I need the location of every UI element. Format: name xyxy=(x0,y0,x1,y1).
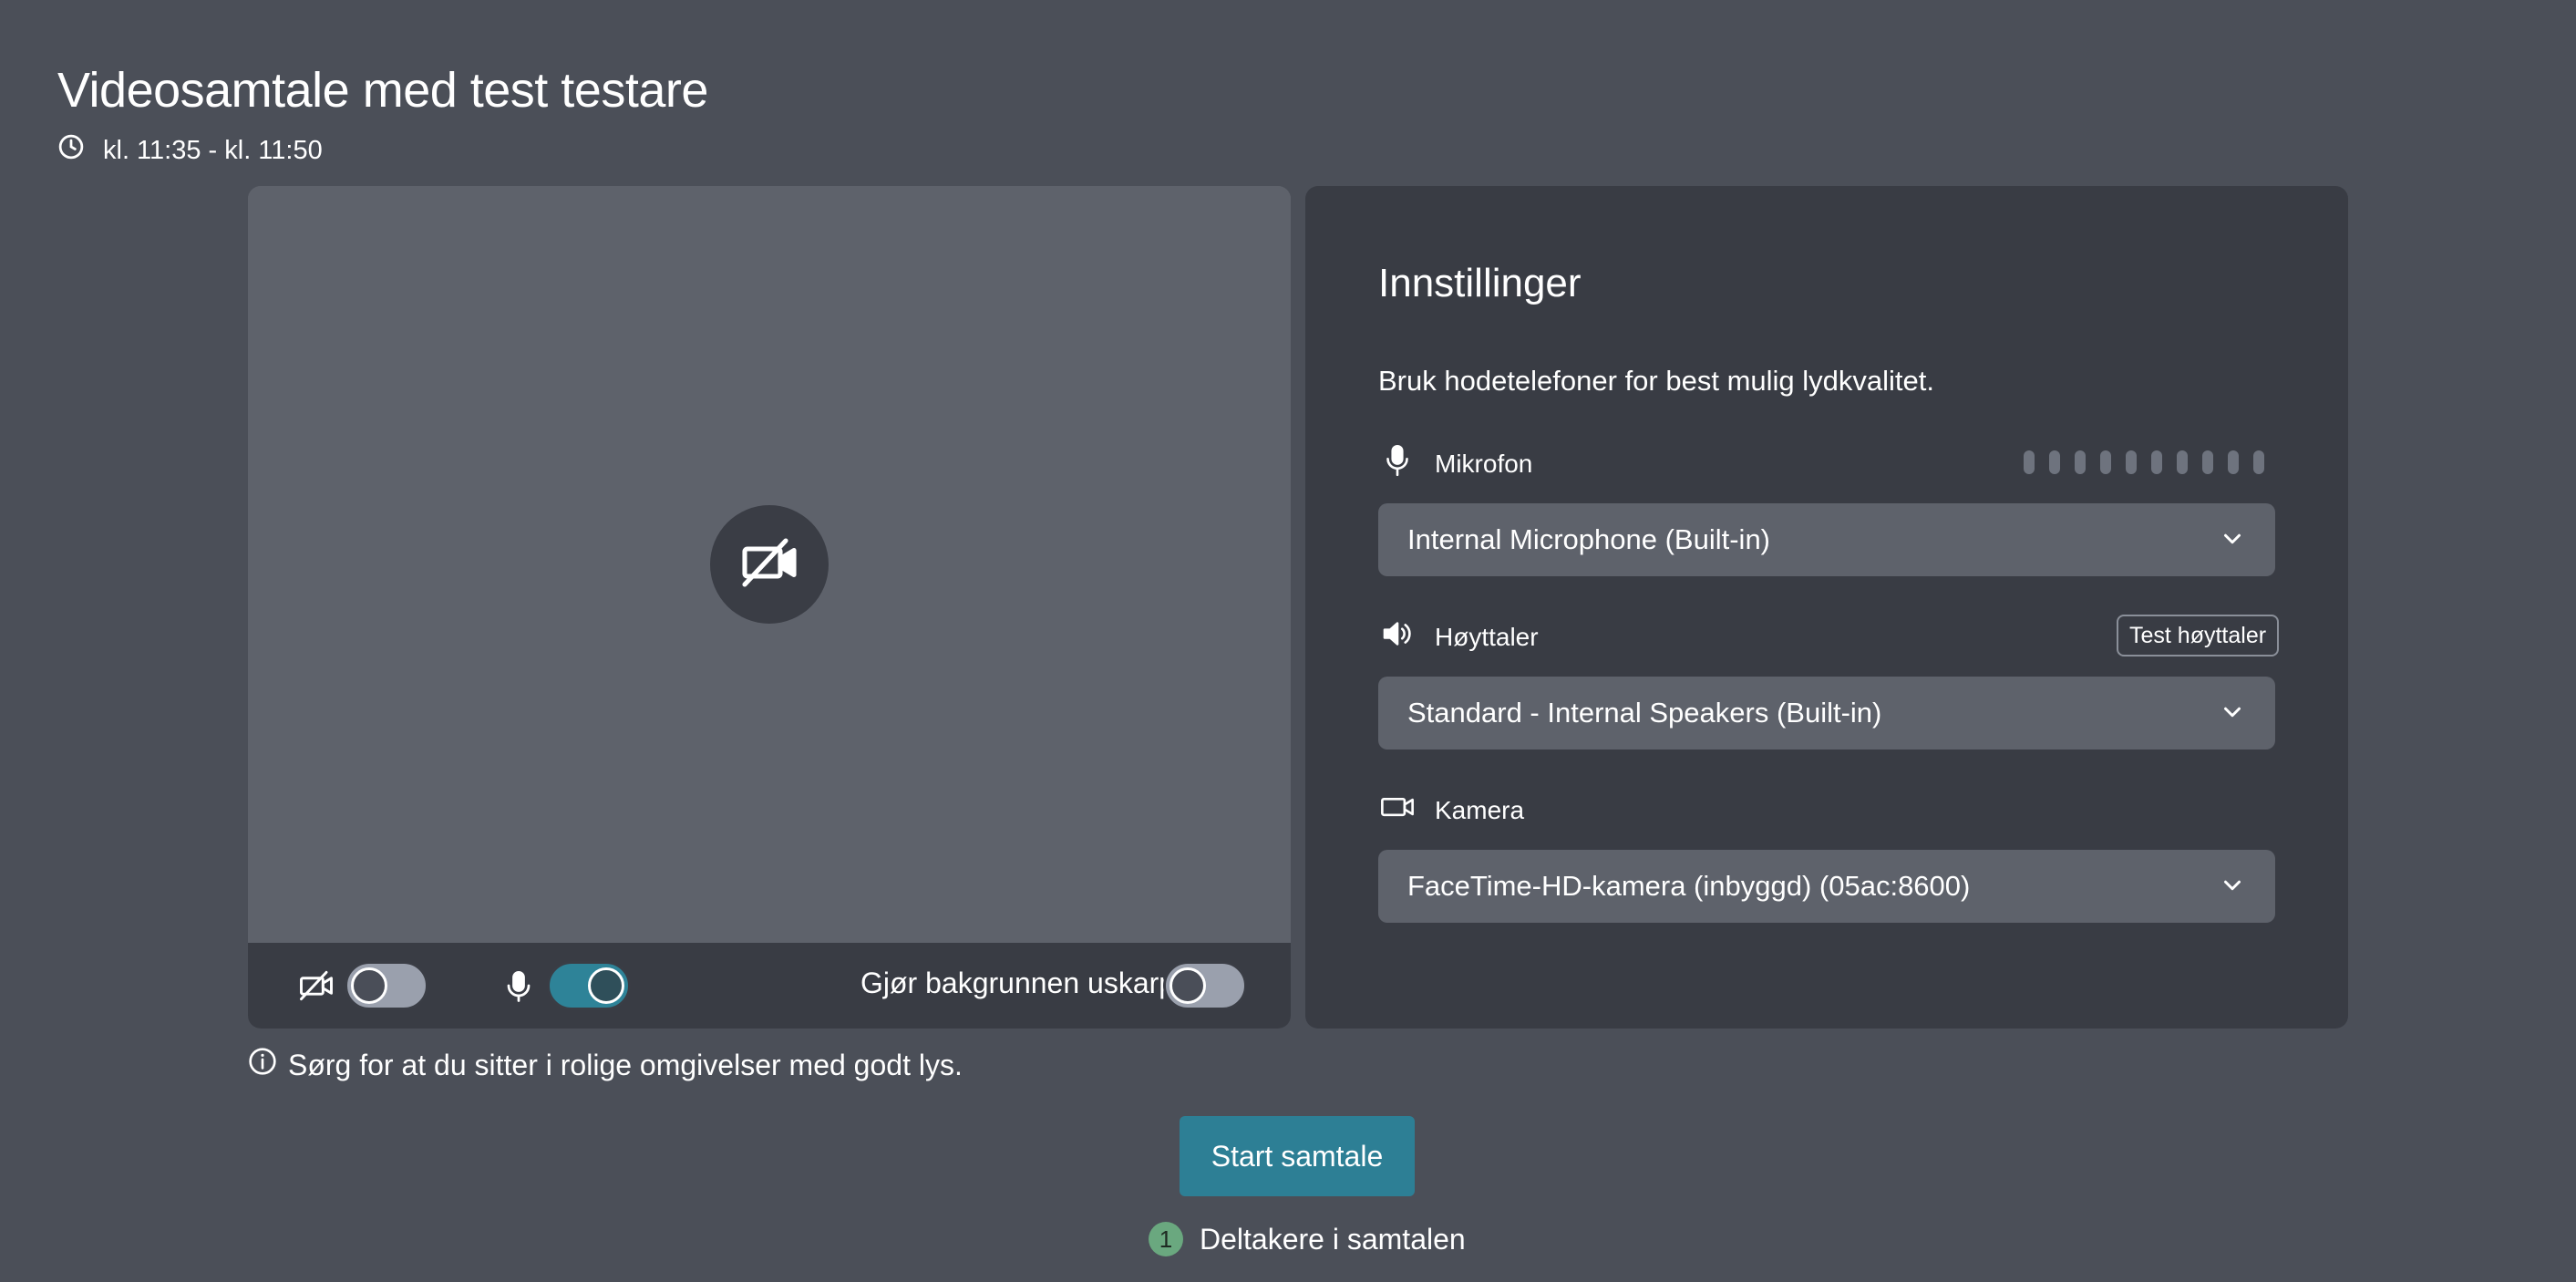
settings-panel: Innstillinger Bruk hodetelefoner for bes… xyxy=(1305,186,2348,1029)
time-range: kl. 11:35 - kl. 11:50 xyxy=(103,135,323,165)
start-call-button[interactable]: Start samtale xyxy=(1180,1116,1415,1196)
headphone-hint: Bruk hodetelefoner for best mulig lydkva… xyxy=(1378,365,1934,397)
microphone-icon[interactable] xyxy=(498,965,540,1007)
microphone-select[interactable]: Internal Microphone (Built-in) xyxy=(1378,503,2275,576)
camera-off-indicator xyxy=(710,505,829,624)
clock-icon xyxy=(57,133,85,168)
microphone-toggle[interactable] xyxy=(547,961,631,1010)
camera-label-row: Kamera xyxy=(1378,788,1524,832)
mic-level-segment xyxy=(2202,450,2213,474)
environment-tip: Sørg for at du sitter i rolige omgivelse… xyxy=(248,1047,963,1083)
microphone-level-meter xyxy=(2024,450,2264,474)
participants-info: 1 Deltakere i samtalen xyxy=(1149,1222,1466,1256)
chevron-down-icon xyxy=(2224,533,2241,544)
mic-level-segment xyxy=(2075,450,2086,474)
video-preview-panel: Gjør bakgrunnen uskarp xyxy=(248,186,1291,1029)
mic-level-segment xyxy=(2049,450,2060,474)
blur-background-toggle[interactable] xyxy=(1163,961,1247,1010)
mic-level-segment xyxy=(2151,450,2162,474)
mic-level-segment xyxy=(2253,450,2264,474)
mic-level-segment xyxy=(2126,450,2137,474)
mic-level-segment xyxy=(2228,450,2239,474)
info-icon xyxy=(248,1047,277,1083)
mic-level-segment xyxy=(2024,450,2035,474)
camera-toggle[interactable] xyxy=(345,961,428,1010)
speaker-selected-value: Standard - Internal Speakers (Built-in) xyxy=(1407,697,1882,729)
video-controls-bar: Gjør bakgrunnen uskarp xyxy=(248,943,1291,1029)
chevron-down-icon xyxy=(2224,707,2241,718)
test-speaker-button[interactable]: Test høyttaler xyxy=(2117,615,2280,657)
participant-count-badge: 1 xyxy=(1149,1222,1183,1256)
speaker-label: Høyttaler xyxy=(1435,622,1539,651)
microphone-toggle-knob xyxy=(588,967,624,1004)
time-row: kl. 11:35 - kl. 11:50 xyxy=(57,133,323,168)
microphone-icon xyxy=(1378,441,1417,486)
environment-tip-text: Sørg for at du sitter i rolige omgivelse… xyxy=(288,1048,963,1081)
camera-off-icon xyxy=(737,530,802,600)
microphone-label: Mikrofon xyxy=(1435,449,1533,478)
participants-label: Deltakere i samtalen xyxy=(1200,1222,1466,1256)
blur-background-label: Gjør bakgrunnen uskarp xyxy=(860,967,1176,999)
camera-off-small-icon[interactable] xyxy=(295,965,337,1007)
chevron-down-icon xyxy=(2224,880,2241,891)
mic-level-segment xyxy=(2177,450,2188,474)
speaker-icon xyxy=(1378,615,1417,659)
blur-toggle-knob xyxy=(1170,967,1206,1004)
speaker-label-row: Høyttaler xyxy=(1378,615,1539,659)
video-preview xyxy=(248,186,1291,943)
page-title: Videosamtale med test testare xyxy=(57,63,708,118)
mic-level-segment xyxy=(2100,450,2111,474)
microphone-label-row: Mikrofon xyxy=(1378,441,1532,486)
microphone-selected-value: Internal Microphone (Built-in) xyxy=(1407,523,1771,555)
speaker-select[interactable]: Standard - Internal Speakers (Built-in) xyxy=(1378,677,2275,750)
camera-toggle-knob xyxy=(351,967,387,1004)
settings-title: Innstillinger xyxy=(1378,261,1582,305)
camera-icon xyxy=(1378,788,1417,832)
camera-selected-value: FaceTime-HD-kamera (inbyggd) (05ac:8600) xyxy=(1407,870,1971,902)
camera-select[interactable]: FaceTime-HD-kamera (inbyggd) (05ac:8600) xyxy=(1378,850,2275,923)
camera-label: Kamera xyxy=(1435,795,1525,824)
